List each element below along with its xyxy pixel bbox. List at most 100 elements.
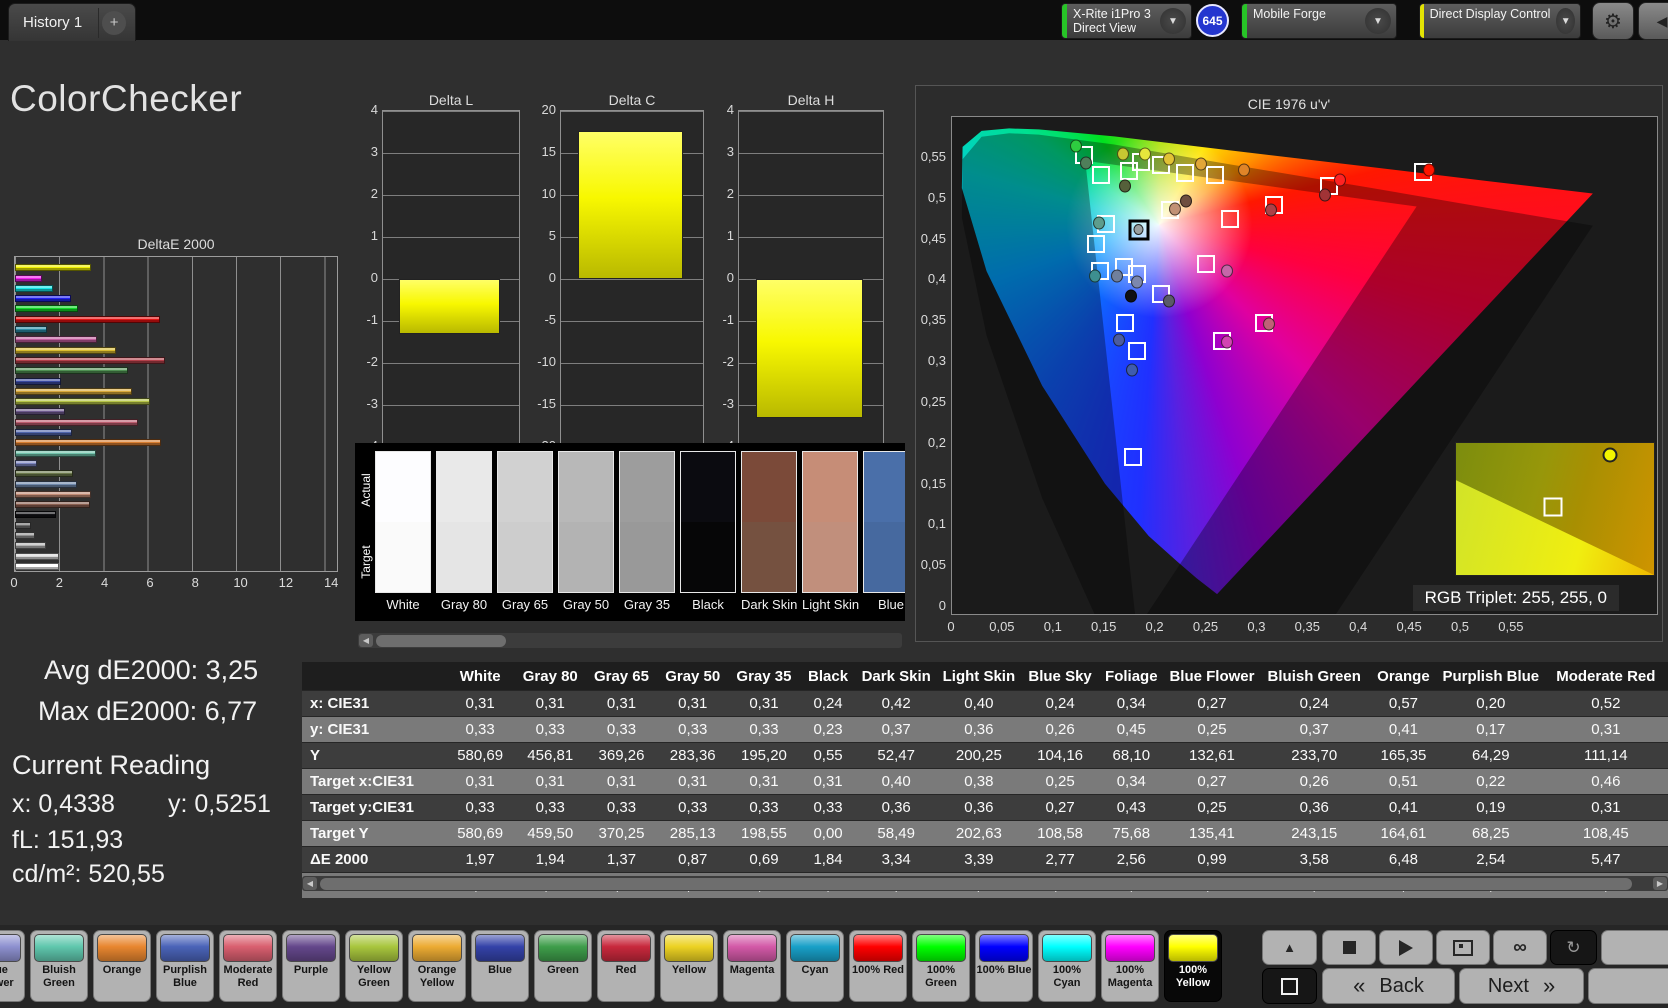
chevron-down-icon[interactable]: ▼ <box>1365 8 1391 34</box>
axis-tick-label: -2 <box>356 354 378 369</box>
meter-count-badge[interactable]: 645 <box>1196 4 1229 37</box>
swatch-tile[interactable]: White <box>375 451 431 612</box>
patch-button-moderate-red[interactable]: Moderate Red <box>219 930 277 1002</box>
patch-button-magenta[interactable]: Magenta <box>723 930 781 1002</box>
axis-tick-label: 8 <box>192 575 199 590</box>
patch-button-orange-yellow[interactable]: Orange Yellow <box>408 930 466 1002</box>
patch-button-purplish-blue[interactable]: Purplish Blue <box>156 930 214 1002</box>
play-button[interactable] <box>1379 930 1433 965</box>
patch-button-red[interactable]: Red <box>597 930 655 1002</box>
table-cell: 164,61 <box>1369 821 1438 847</box>
patch-button-100-blue[interactable]: 100% Blue <box>975 930 1033 1002</box>
patch-button-100-yellow[interactable]: 100% Yellow <box>1164 930 1222 1002</box>
swatch-scrollbar[interactable]: ◀ <box>358 633 902 648</box>
table-cell: 165,35 <box>1369 743 1438 769</box>
table-cell: 5,47 <box>1544 847 1668 873</box>
swatch-target <box>681 522 735 592</box>
infinity-icon: ∞ <box>1513 937 1527 959</box>
table-cell: 0,33 <box>728 717 799 743</box>
deltae-bar <box>15 285 53 292</box>
axis-tick-label: -3 <box>712 396 734 411</box>
patch-button-100-magenta[interactable]: 100% Magenta <box>1101 930 1159 1002</box>
deltae-bar <box>15 378 61 385</box>
table-cell: 0,46 <box>1544 769 1668 795</box>
target-marker <box>1087 235 1105 253</box>
table-cell: 0,33 <box>800 795 857 821</box>
axis-tick-label: 0,15 <box>1091 619 1116 634</box>
swatch-tile[interactable]: Gray 80 <box>436 451 492 612</box>
patch-button-blue[interactable]: Blue <box>471 930 529 1002</box>
patch-button-100-green[interactable]: 100% Green <box>912 930 970 1002</box>
patch-color-face <box>1105 934 1155 962</box>
display-control-dropdown[interactable]: Direct Display Control ▼ <box>1419 3 1581 39</box>
swatch-tile[interactable]: Blue <box>863 451 905 612</box>
tab-history[interactable]: History 1 <box>9 14 96 31</box>
table-cell: 0,41 <box>1369 717 1438 743</box>
back-button[interactable]: « Back <box>1322 968 1455 1004</box>
patch-button-yellow[interactable]: Yellow <box>660 930 718 1002</box>
patch-button-yellow-green[interactable]: Yellow Green <box>345 930 403 1002</box>
continuous-measure-button[interactable]: ∞ <box>1493 930 1547 965</box>
swatch-scrollbar-thumb[interactable] <box>376 635 506 647</box>
extra-control-button[interactable] <box>1601 930 1668 965</box>
swatch-tile[interactable]: Light Skin <box>802 451 858 612</box>
pattern-window-toggle[interactable] <box>1262 968 1317 1004</box>
swatch-tile[interactable]: Black <box>680 451 736 612</box>
patch-color-face <box>853 934 903 962</box>
measured-marker <box>1195 158 1207 171</box>
patch-color-face <box>286 934 336 962</box>
pattern-up-button[interactable]: ▲ <box>1262 930 1317 965</box>
next-button[interactable]: Next » <box>1459 968 1584 1004</box>
table-cell: 0,38 <box>936 769 1022 795</box>
patch-label: 100% Magenta <box>1102 964 1158 989</box>
stop-button[interactable] <box>1322 930 1376 965</box>
swatch-tile[interactable]: Dark Skin <box>741 451 797 612</box>
chevron-down-icon[interactable]: ▼ <box>1556 8 1575 34</box>
patch-button-green[interactable]: Green <box>534 930 592 1002</box>
axis-tick-label: 0,3 <box>916 353 946 368</box>
table-cell: 0,27 <box>1164 769 1259 795</box>
swatch-actual <box>620 452 674 522</box>
scroll-left-icon[interactable]: ◀ <box>303 877 317 890</box>
pattern-source-button[interactable] <box>1436 930 1490 965</box>
patch-button-cyan[interactable]: Cyan <box>786 930 844 1002</box>
deltae-bar <box>15 295 71 302</box>
patch-button-purple[interactable]: Purple <box>282 930 340 1002</box>
table-cell: 580,69 <box>446 743 515 769</box>
table-cell: 104,16 <box>1022 743 1098 769</box>
table-header-cell: Blue Sky <box>1022 662 1098 691</box>
actual-row-label: Actual <box>359 465 373 515</box>
extra-nav-button[interactable] <box>1588 968 1668 1004</box>
axis-tick-label: 4 <box>356 102 378 117</box>
table-cell: 0,00 <box>800 821 857 847</box>
meter-dropdown[interactable]: X-Rite i1Pro 3 Direct View ▼ <box>1061 3 1192 39</box>
patch-button-blue-flower[interactable]: Blue Flower <box>0 930 25 1002</box>
add-tab-button[interactable]: + <box>98 8 129 38</box>
patch-color-face <box>979 934 1029 962</box>
source-dropdown[interactable]: Mobile Forge ▼ <box>1241 3 1397 39</box>
table-scrollbar-thumb[interactable] <box>320 878 1632 890</box>
collapse-panel-button[interactable]: ◀ <box>1638 2 1668 40</box>
table-cell: 285,13 <box>657 821 728 847</box>
patch-button-bluish-green[interactable]: Bluish Green <box>30 930 88 1002</box>
patch-button-orange[interactable]: Orange <box>93 930 151 1002</box>
scroll-right-icon[interactable]: ▶ <box>1653 877 1667 890</box>
loop-button[interactable]: ↻ <box>1550 930 1597 965</box>
swatch-tile[interactable]: Gray 35 <box>619 451 675 612</box>
patch-label: Blue <box>472 964 528 977</box>
swatch-tile[interactable]: Gray 50 <box>558 451 614 612</box>
chevron-down-icon[interactable]: ▼ <box>1160 8 1186 34</box>
swatch-tile[interactable]: Gray 65 <box>497 451 553 612</box>
patch-button-100-cyan[interactable]: 100% Cyan <box>1038 930 1096 1002</box>
reading-cd-value: cd/m²: 520,55 <box>12 860 165 889</box>
axis-tick-label: 15 <box>534 144 556 159</box>
measured-marker <box>1119 180 1131 193</box>
settings-button[interactable]: ⚙ <box>1592 2 1634 40</box>
swatch-label: Light Skin <box>802 597 858 612</box>
patch-button-100-red[interactable]: 100% Red <box>849 930 907 1002</box>
scroll-left-icon[interactable]: ◀ <box>359 634 373 647</box>
measured-marker <box>1163 294 1175 307</box>
target-marker <box>1206 166 1224 184</box>
table-scrollbar[interactable]: ◀ ▶ <box>302 876 1668 891</box>
measured-marker <box>1319 189 1331 202</box>
